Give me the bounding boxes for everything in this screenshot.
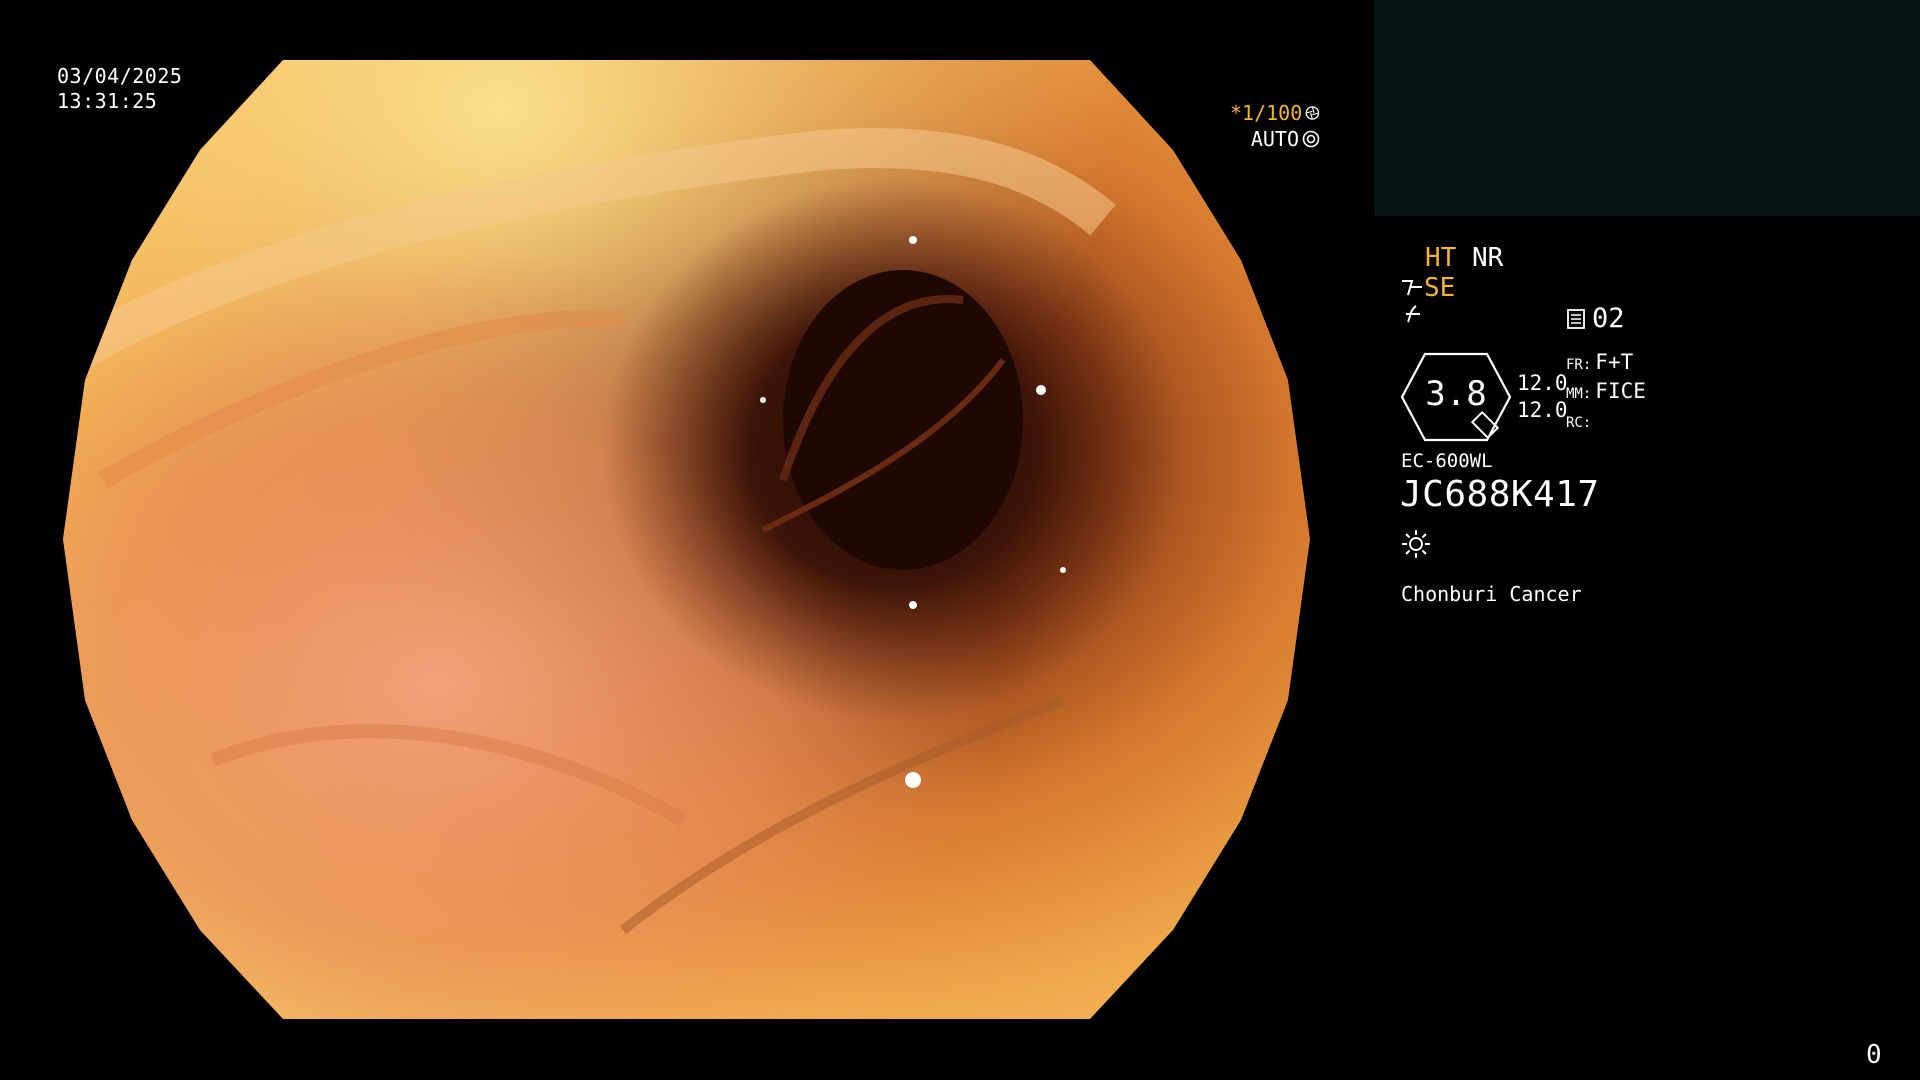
se-row: SE bbox=[1400, 273, 1455, 303]
rc-label: RC: bbox=[1566, 415, 1592, 431]
se-label: SE bbox=[1424, 273, 1456, 303]
enhancement-icon bbox=[1406, 305, 1420, 323]
exposure-mode: AUTO bbox=[1250, 127, 1299, 151]
scope-se-icon bbox=[1402, 280, 1422, 296]
mm-row: MM: FICE bbox=[1566, 378, 1646, 407]
fr-row: FR: F+T bbox=[1566, 349, 1646, 378]
exposure-icon bbox=[1302, 130, 1320, 148]
fr-label: FR: bbox=[1566, 357, 1592, 373]
thumbnail-panel bbox=[1374, 0, 1920, 216]
numeric-values: 12.0 12.0 bbox=[1517, 370, 1568, 424]
ht-label: HT bbox=[1425, 243, 1457, 273]
aperture-icon bbox=[1305, 106, 1320, 120]
light-source-icon bbox=[1402, 530, 1430, 558]
nr-label: NR bbox=[1471, 243, 1504, 273]
magnification-value: 3.8 bbox=[1425, 374, 1487, 414]
memory-card-icon bbox=[1567, 308, 1585, 329]
fr-value: F+T bbox=[1595, 350, 1634, 374]
shutter-speed: *1/100 bbox=[1230, 101, 1303, 125]
mm-value: FICE bbox=[1595, 379, 1646, 403]
memory-count: 02 bbox=[1566, 303, 1625, 334]
memory-count-value: 02 bbox=[1592, 303, 1625, 334]
mm-label: MM: bbox=[1566, 386, 1592, 402]
mode-settings: FR: F+T MM: FICE RC: bbox=[1566, 349, 1646, 436]
enhancement-row bbox=[1402, 302, 1426, 333]
time-text: 13:31:25 bbox=[57, 89, 158, 113]
endoscope-view bbox=[63, 60, 1310, 1019]
scope-model: EC-600WL bbox=[1401, 450, 1493, 472]
date-text: 03/04/2025 bbox=[57, 64, 183, 88]
scope-serial: JC688K417 bbox=[1400, 474, 1600, 515]
rc-row: RC: bbox=[1566, 407, 1646, 436]
value-1: 12.0 bbox=[1517, 371, 1568, 395]
exposure-info: *1/100 AUTO bbox=[1230, 100, 1320, 152]
page-number: 0 bbox=[1866, 1040, 1882, 1070]
institution-name: Chonburi Cancer bbox=[1401, 582, 1582, 606]
image-settings: HT NR bbox=[1425, 243, 1503, 273]
value-2: 12.0 bbox=[1517, 398, 1568, 422]
datetime: 03/04/2025 13:31:25 bbox=[57, 64, 182, 114]
